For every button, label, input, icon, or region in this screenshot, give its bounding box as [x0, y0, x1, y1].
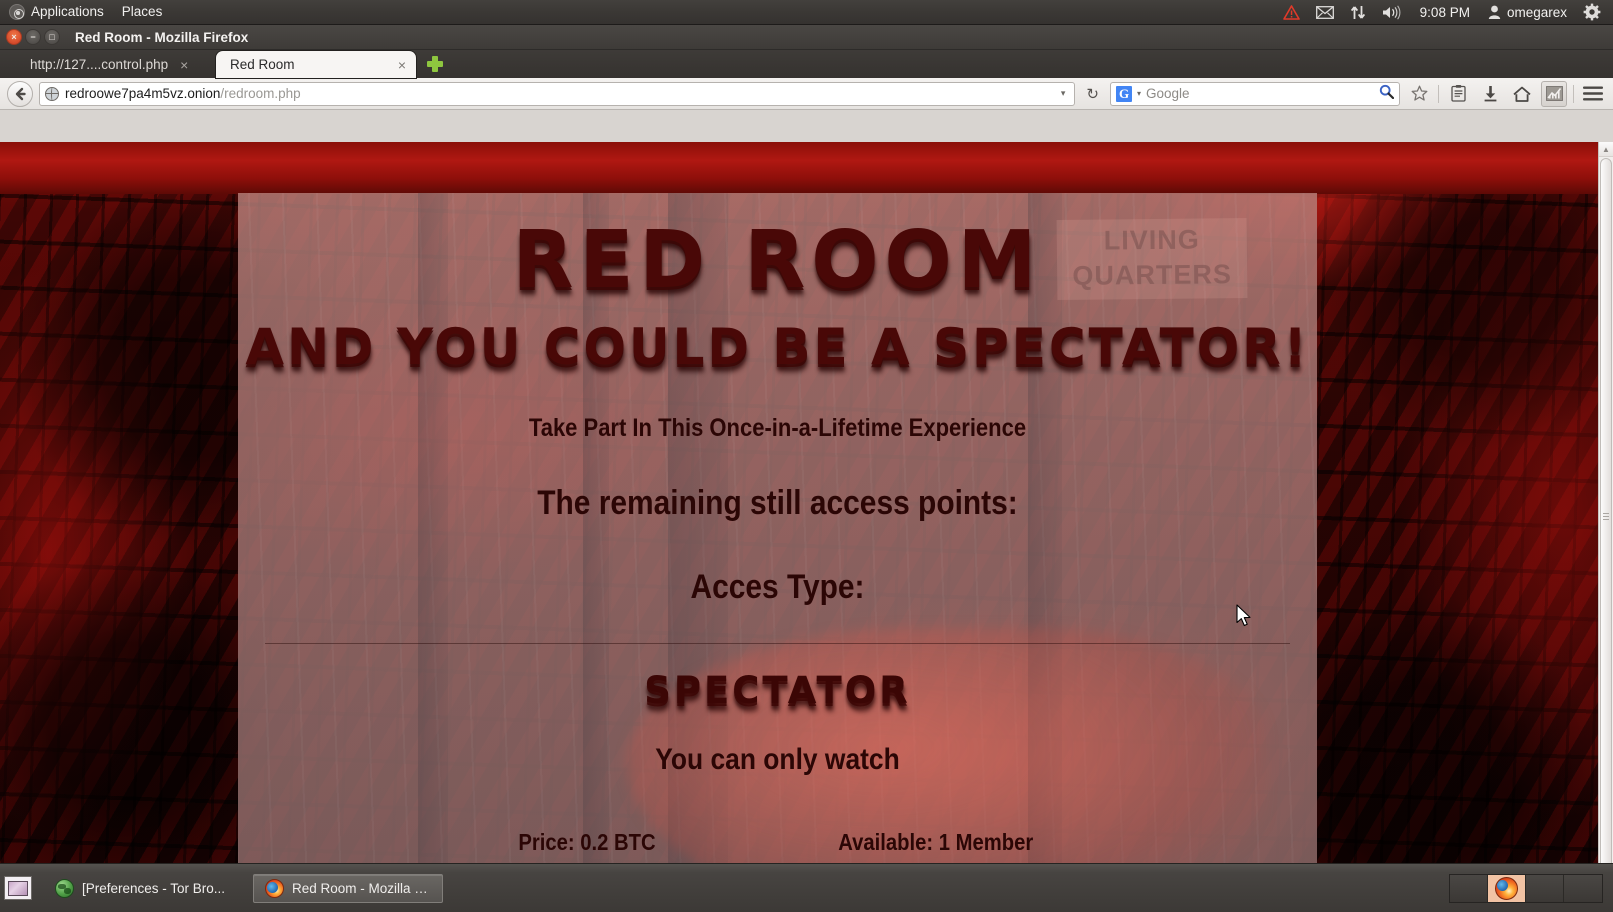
window-close-button[interactable]: ×: [6, 29, 22, 45]
tab-strip: http://127....control.php × Red Room ×: [0, 50, 1613, 78]
reader-list-icon[interactable]: [1445, 81, 1471, 107]
workspace-4[interactable]: [1564, 874, 1602, 902]
scrollbar-thumb[interactable]: [1600, 158, 1612, 874]
user-name-label: omegarex: [1506, 4, 1567, 20]
scroll-up-button[interactable]: ▲: [1598, 142, 1613, 157]
taskbar-item-tor-preferences[interactable]: [Preferences - Tor Bro...: [44, 874, 249, 903]
navigation-toolbar: redroowe7pa4m5vz.onion/redroom.php ▾ ↻ G…: [0, 78, 1613, 110]
workspace-switcher[interactable]: [1449, 873, 1603, 903]
search-icon[interactable]: [1379, 84, 1395, 104]
mouse-cursor: [1236, 604, 1251, 627]
downloads-icon[interactable]: [1477, 81, 1503, 107]
page-subtitle: AND YOU COULD BE A SPECTATOR!: [245, 318, 1310, 376]
url-path: /redroom.php: [220, 86, 301, 101]
remaining-points-heading: The remaining still access points:: [537, 484, 1018, 522]
places-menu-label: Places: [121, 4, 163, 19]
applications-menu-label: Applications: [31, 4, 104, 19]
offer-availability: Available: 1 Member: [837, 829, 1033, 855]
new-tab-button[interactable]: [424, 53, 446, 75]
gnome-top-panel: Applications Places 9:08 PM omegarex: [0, 0, 1613, 25]
url-bar[interactable]: redroowe7pa4m5vz.onion/redroom.php ▾: [39, 81, 1076, 106]
scrollbar-grip-icon: [1603, 512, 1609, 520]
bookmark-star-icon[interactable]: [1406, 81, 1432, 107]
access-type-heading: Acces Type:: [690, 568, 865, 606]
window-title: Red Room - Mozilla Firefox: [75, 29, 249, 45]
offer-price: Price: 0.2 BTC: [518, 829, 656, 855]
user-menu[interactable]: omegarex: [1480, 5, 1575, 20]
back-button[interactable]: [7, 80, 33, 107]
offer-name: SPECTATOR: [644, 669, 911, 712]
offer-card: SPECTATOR You can only watch Price: 0.2 …: [238, 672, 1317, 856]
tab-label: http://127....control.php: [30, 57, 169, 72]
content-panel: LIVING QUARTERS RED ROOM AND YOU COULD B…: [238, 193, 1317, 888]
tab-red-room[interactable]: Red Room ×: [216, 51, 416, 78]
search-bar[interactable]: G ▾ Google: [1110, 81, 1400, 106]
firefox-icon: [265, 878, 284, 898]
toolbar-separator: [1438, 84, 1439, 103]
workspace-2[interactable]: [1488, 874, 1526, 902]
workspace-1[interactable]: [1450, 874, 1488, 902]
taskbar-item-red-room[interactable]: Red Room - Mozilla Fi...: [253, 873, 443, 903]
firefox-icon: [1495, 876, 1518, 900]
mail-icon[interactable]: [1308, 0, 1342, 24]
reload-button[interactable]: ↻: [1081, 85, 1104, 103]
clock[interactable]: 9:08 PM: [1410, 5, 1480, 20]
window-list-taskbar: [Preferences - Tor Bro... Red Room - Moz…: [0, 863, 1613, 912]
search-input[interactable]: Google: [1146, 86, 1374, 101]
show-desktop-icon: [8, 880, 28, 896]
firefox-window: × − □ Red Room - Mozilla Firefox http://…: [0, 25, 1613, 888]
back-arrow-icon: [15, 87, 26, 100]
taskbar-item-label: Red Room - Mozilla Fi...: [292, 880, 431, 896]
page-content: RED ROOM AND YOU COULD BE A SPECTATOR! T…: [238, 193, 1317, 607]
workspace-3[interactable]: [1526, 874, 1564, 902]
chevron-down-icon[interactable]: ▾: [1057, 88, 1070, 99]
places-menu[interactable]: Places: [113, 0, 172, 24]
system-tray: 9:08 PM omegarex: [1275, 0, 1613, 24]
menu-hamburger-icon[interactable]: [1580, 81, 1606, 107]
network-icon[interactable]: [1342, 0, 1374, 24]
reload-icon: ↻: [1086, 85, 1099, 103]
tab-control-php[interactable]: http://127....control.php ×: [16, 51, 216, 78]
warning-triangle-icon[interactable]: [1275, 0, 1308, 24]
url-host: redroowe7pa4m5vz.onion: [65, 86, 221, 101]
user-avatar-icon: [1488, 5, 1501, 19]
ubuntu-logo-icon: [9, 4, 25, 20]
offer-description: You can only watch: [655, 743, 900, 776]
page-title: RED ROOM: [512, 214, 1043, 306]
offer-meta-row: Price: 0.2 BTC Available: 1 Member: [238, 829, 1317, 856]
section-divider: [265, 643, 1290, 644]
tab-close-icon[interactable]: ×: [180, 58, 188, 72]
window-minimize-button[interactable]: −: [25, 29, 41, 45]
tor-network-settings-icon[interactable]: [1541, 80, 1567, 107]
taskbar-item-label: [Preferences - Tor Bro...: [82, 880, 226, 896]
home-icon[interactable]: [1509, 81, 1535, 107]
minimize-icon: −: [30, 31, 36, 42]
tor-globe-icon: [55, 878, 74, 898]
search-engine-chevron-icon[interactable]: ▾: [1137, 89, 1141, 98]
toolbar-separator: [1573, 84, 1574, 103]
show-desktop-button[interactable]: [4, 876, 32, 900]
gear-icon[interactable]: [1575, 0, 1609, 24]
site-globe-icon: [45, 86, 59, 101]
google-logo-icon: G: [1116, 85, 1132, 102]
tab-label: Red Room: [230, 57, 295, 72]
page-viewport: LIVING QUARTERS RED ROOM AND YOU COULD B…: [0, 142, 1613, 888]
tagline: Take Part In This Once-in-a-Lifetime Exp…: [528, 414, 1027, 442]
close-icon: ×: [11, 31, 17, 42]
applications-menu[interactable]: Applications: [0, 0, 113, 24]
window-titlebar: × − □ Red Room - Mozilla Firefox: [0, 25, 1613, 50]
maximize-icon: □: [49, 31, 55, 42]
url-text: redroowe7pa4m5vz.onion/redroom.php: [65, 86, 301, 101]
background-top-glow: [0, 142, 1613, 194]
vertical-scrollbar[interactable]: ▲: [1598, 142, 1613, 888]
panel-menus: Applications Places: [0, 0, 171, 24]
volume-icon[interactable]: [1374, 0, 1410, 24]
window-maximize-button[interactable]: □: [44, 29, 60, 45]
tab-close-icon[interactable]: ×: [398, 58, 406, 72]
